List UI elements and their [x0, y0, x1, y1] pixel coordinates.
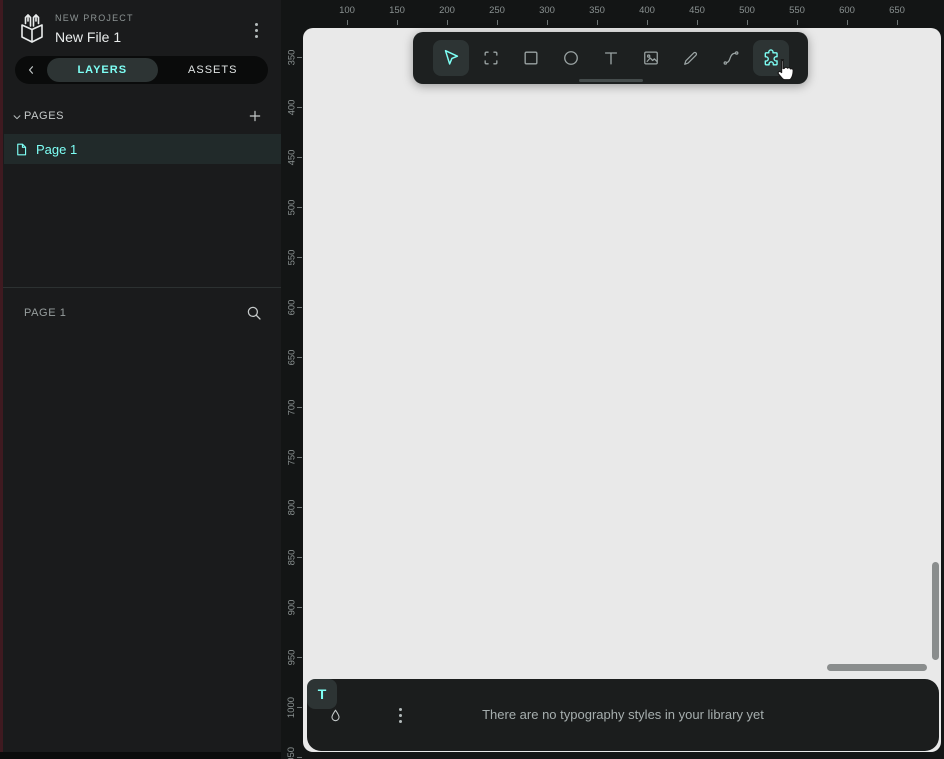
ruler-label: 950	[281, 632, 303, 682]
horizontal-scrollbar[interactable]	[827, 664, 927, 671]
ruler-label: 250	[472, 0, 522, 26]
vertical-scrollbar[interactable]	[932, 562, 939, 660]
main-toolbar	[413, 32, 808, 84]
ruler-label: 450	[672, 0, 722, 26]
horizontal-ruler[interactable]: 100150200250300350400450500550600650	[281, 0, 944, 26]
tab-layers[interactable]: LAYERS	[47, 58, 158, 82]
ruler-label: 1000	[281, 682, 303, 732]
tab-assets[interactable]: ASSETS	[158, 58, 269, 82]
plugins-tool-button[interactable]	[753, 40, 789, 76]
typography-library-panel: T There are no typography styles in your…	[307, 679, 939, 751]
ruler-label: 750	[281, 432, 303, 482]
ruler-label: 400	[622, 0, 672, 26]
chevron-left-icon	[24, 63, 38, 77]
chevron-down-icon[interactable]	[12, 112, 22, 122]
ruler-label: 800	[281, 482, 303, 532]
pages-section-header: PAGES	[3, 103, 281, 129]
select-tool-button[interactable]	[433, 40, 469, 76]
layers-panel-header: PAGE 1	[3, 300, 281, 328]
vertical-ruler-labels: 3504004505005506006507007508008509009501…	[281, 32, 303, 759]
sidebar-tabbar: LAYERS ASSETS	[15, 56, 268, 84]
layers-panel-title: PAGE 1	[24, 307, 67, 319]
ruler-label: 300	[522, 0, 572, 26]
ruler-label: 200	[422, 0, 472, 26]
ellipse-icon	[561, 48, 581, 68]
page-file-icon	[14, 142, 29, 157]
add-page-button[interactable]	[247, 108, 263, 124]
empty-typography-message: There are no typography styles in your l…	[307, 707, 939, 722]
file-menu-button[interactable]	[247, 20, 265, 40]
ruler-label: 350	[572, 0, 622, 26]
ruler-label: 350	[281, 32, 303, 82]
path-curve-icon	[721, 48, 741, 68]
cursor-arrow-icon	[440, 47, 462, 69]
ruler-label: 600	[822, 0, 872, 26]
path-tool-button[interactable]	[713, 40, 749, 76]
pages-title: PAGES	[24, 110, 64, 122]
collapse-sidebar-button[interactable]	[15, 56, 47, 84]
page-item-label: Page 1	[36, 142, 77, 157]
search-layers-button[interactable]	[245, 304, 263, 322]
ruler-label: 850	[281, 532, 303, 582]
ruler-label: 550	[772, 0, 822, 26]
ruler-label: 500	[281, 182, 303, 232]
file-name: New File 1	[55, 29, 121, 45]
pencil-tool-button[interactable]	[673, 40, 709, 76]
ruler-label: 500	[722, 0, 772, 26]
ruler-label: 400	[281, 82, 303, 132]
workspace-area: 100150200250300350400450500550600650 350…	[281, 0, 944, 759]
ruler-label: 550	[281, 232, 303, 282]
ellipse-tool-button[interactable]	[553, 40, 589, 76]
sidebar-header: NEW PROJECT New File 1	[3, 0, 281, 56]
pencil-icon	[681, 48, 701, 68]
horizontal-ruler-labels: 100150200250300350400450500550600650	[322, 0, 922, 26]
project-name-label: NEW PROJECT	[55, 13, 134, 23]
ruler-label: 100	[322, 0, 372, 26]
rectangle-icon	[521, 48, 541, 68]
left-sidebar: NEW PROJECT New File 1 LAYERS ASSETS PAG…	[3, 0, 281, 752]
ruler-label: 900	[281, 582, 303, 632]
ruler-label: 600	[281, 282, 303, 332]
sidebar-divider	[3, 287, 281, 288]
ruler-label: 1050	[281, 732, 303, 759]
penpot-logo-icon[interactable]	[14, 11, 50, 47]
ruler-label: 700	[281, 382, 303, 432]
board-frame-icon	[481, 48, 501, 68]
text-tool-button[interactable]	[593, 40, 629, 76]
ruler-label: 450	[281, 132, 303, 182]
vertical-ruler[interactable]: 3504004505005506006507007508008509009501…	[281, 26, 303, 759]
plugins-puzzle-icon	[760, 47, 782, 69]
page-list-item-selected[interactable]: Page 1	[4, 134, 281, 164]
image-icon	[641, 48, 661, 68]
board-tool-button[interactable]	[473, 40, 509, 76]
ruler-label: 150	[372, 0, 422, 26]
text-icon	[601, 48, 621, 68]
image-tool-button[interactable]	[633, 40, 669, 76]
canvas-viewport[interactable]: T There are no typography styles in your…	[303, 28, 941, 752]
rectangle-tool-button[interactable]	[513, 40, 549, 76]
ruler-label: 650	[872, 0, 922, 26]
penpot-workspace-window: NEW PROJECT New File 1 LAYERS ASSETS PAG…	[0, 0, 944, 759]
ruler-label: 650	[281, 332, 303, 382]
